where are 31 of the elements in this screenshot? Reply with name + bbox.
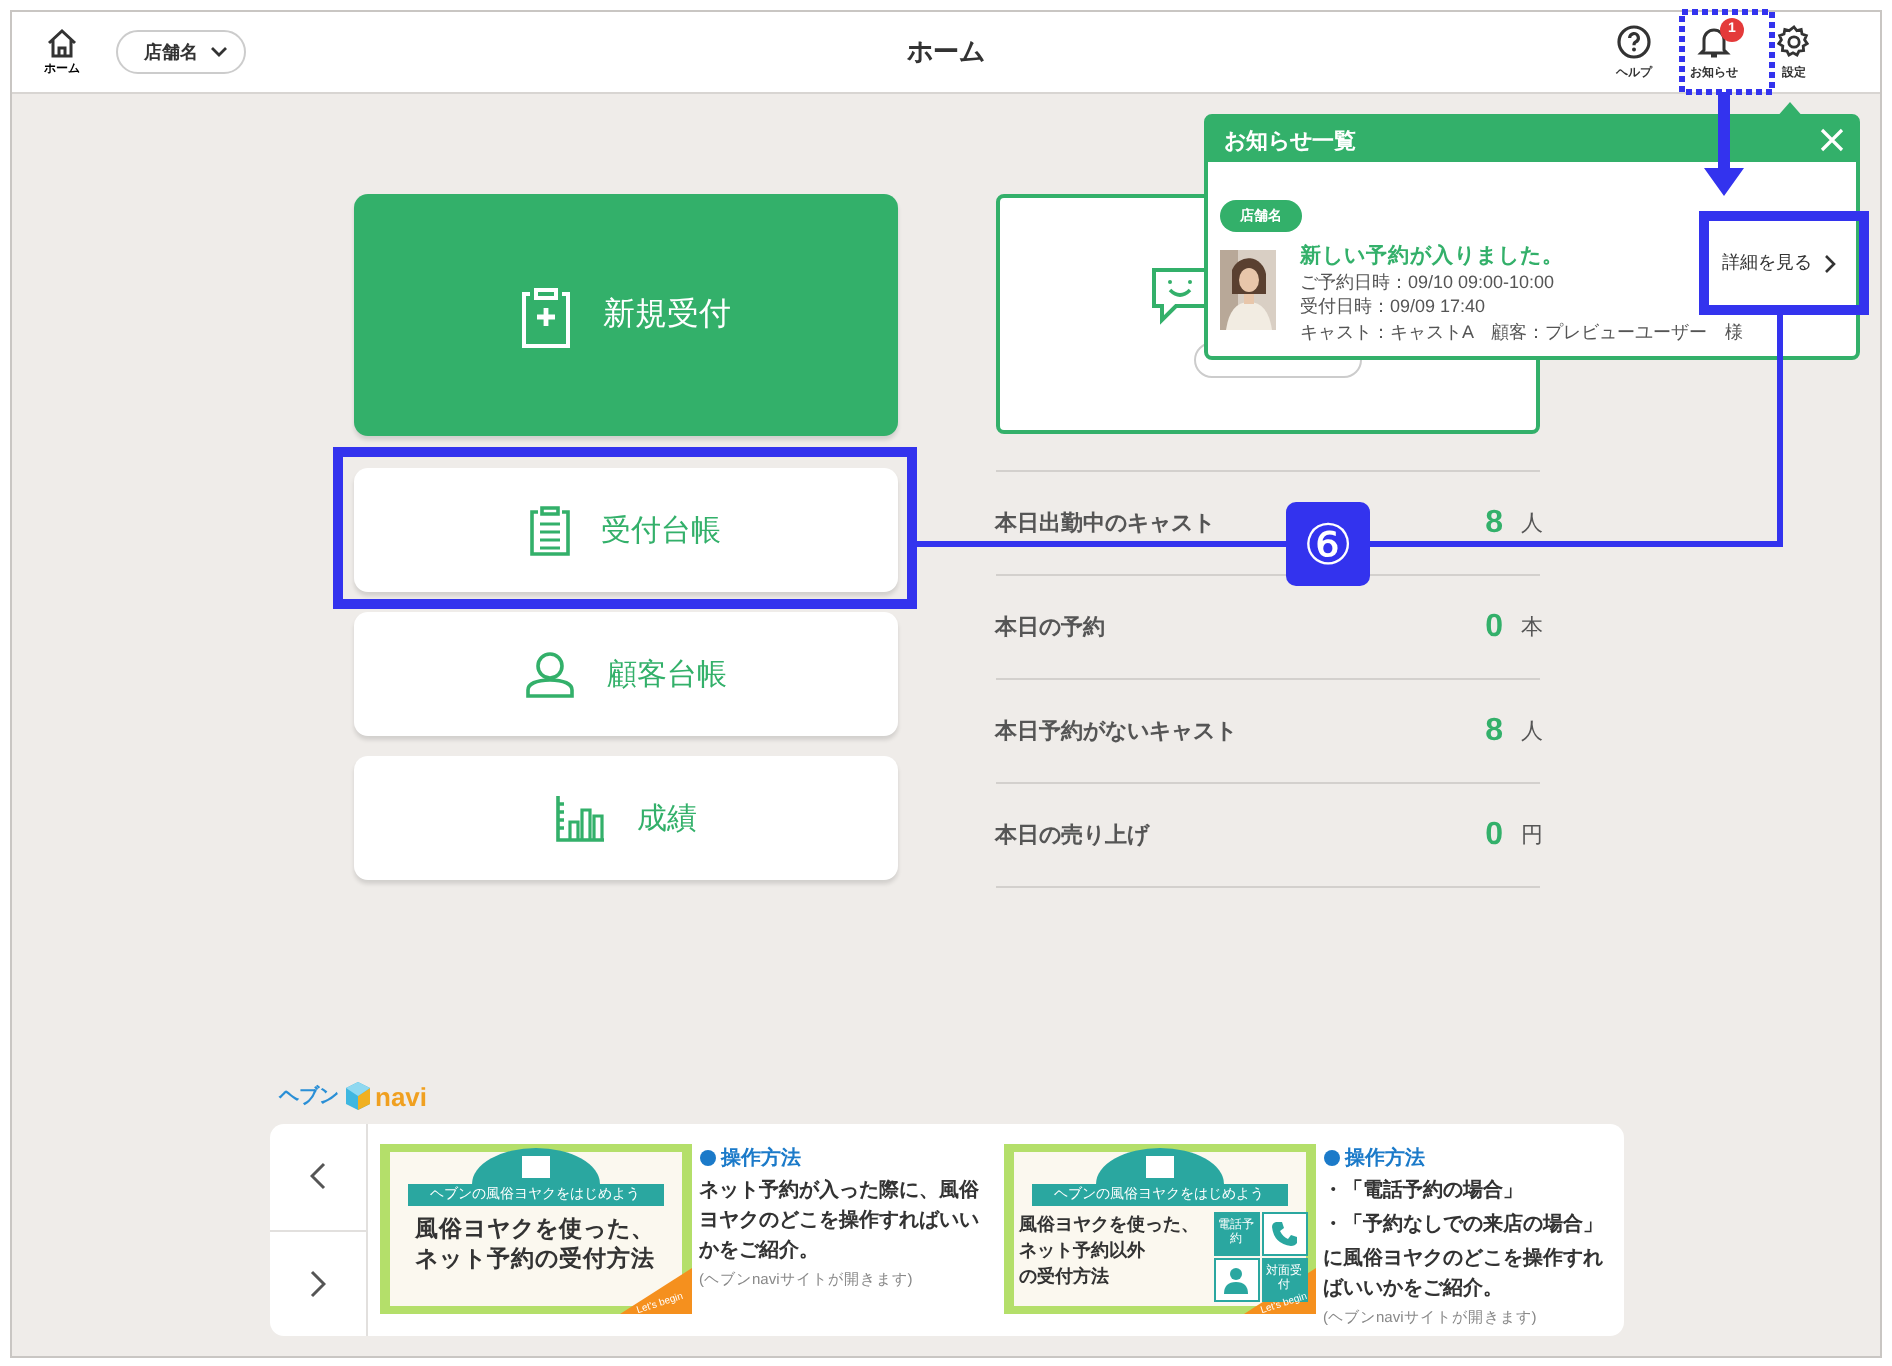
stat-value: 8 [1485, 505, 1503, 541]
stat-label: 本日予約がないキャスト [995, 717, 1237, 746]
stat-label: 本日出勤中のキャスト [995, 509, 1215, 538]
notification-detail: 受付日時：09/09 17:40 [1300, 294, 1486, 319]
description-text: ・「電話予約の場合」 [1323, 1177, 1525, 1206]
stat-unit: 本 [1521, 614, 1539, 642]
logo-text: ヘブン [279, 1083, 339, 1110]
stat-unit: 円 [1521, 822, 1539, 850]
logo-text: navi [375, 1081, 428, 1111]
section-heading: 操作方法 [1345, 1144, 1425, 1172]
banner-headline: 風俗ヨヤクを使った、 ネット予約の受付方法 [413, 1216, 657, 1276]
notification-headline: 新しい予約が入りました。 [1300, 244, 1564, 269]
notification-detail: キャスト：キャストA 顧客：プレビューユーザー 様 [1300, 319, 1744, 344]
details-link[interactable]: 詳細を見る [1722, 250, 1836, 276]
step-number-label: ⑥ [1286, 502, 1370, 586]
store-dropdown[interactable]: 店舗名 [116, 30, 246, 74]
description-text: に風俗ヨヤクのどこを操作すればいいかをご紹介。 [1323, 1245, 1605, 1304]
stat-value: 0 [1485, 609, 1503, 645]
banner-headline: 風俗ヨヤクを使った、 ネット予約以外 の受付方法 [1019, 1212, 1201, 1290]
stat-unit: 人 [1521, 510, 1539, 538]
notification-detail: ご予約日時：09/10 09:00-10:00 [1300, 269, 1555, 294]
stat-value: 8 [1485, 713, 1503, 749]
stat-value: 0 [1485, 817, 1503, 853]
description-text: ネット予約が入った際に、風俗ヨヤクのどこを操作すればいいかをご紹介。 [699, 1177, 981, 1266]
section-heading: 操作方法 [721, 1144, 801, 1172]
popup-title: お知らせ一覧 [1224, 127, 1356, 155]
stat-unit: 人 [1521, 718, 1539, 746]
stat-label: 本日の予約 [995, 613, 1105, 642]
stat-label: 本日の売り上げ [995, 821, 1149, 850]
page-title: ホーム [907, 36, 985, 66]
description-text: ・「予約なしでの来店の場合」 [1323, 1210, 1605, 1240]
